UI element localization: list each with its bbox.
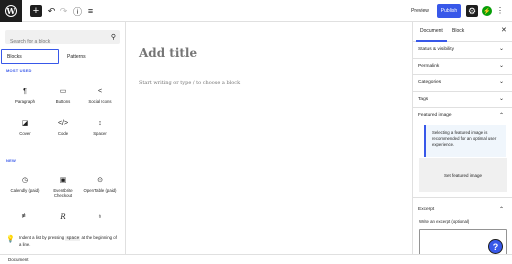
map-pin-icon: ♁ — [97, 213, 103, 220]
block-code[interactable]: </> Code — [44, 120, 82, 136]
more-options-icon[interactable]: ⋮ — [496, 5, 504, 17]
redo-icon[interactable]: ↷ — [58, 5, 69, 17]
paragraph-icon: ¶ — [23, 88, 27, 95]
list-icon: ≢ — [21, 213, 29, 220]
notice-text: Selecting a featured image is recommende… — [432, 130, 497, 147]
block-search-input[interactable] — [5, 35, 120, 49]
chevron-down-icon: ⌄ — [499, 96, 505, 102]
panel-categories[interactable]: Categories ⌄ — [413, 75, 512, 92]
block-buttons[interactable]: ▭ Buttons — [44, 88, 82, 104]
block-label: Spacer — [93, 131, 107, 136]
featured-image-notice: Selecting a featured image is recommende… — [424, 125, 506, 157]
chevron-down-icon: ⌄ — [499, 46, 505, 52]
post-body-placeholder[interactable]: Start writing or type / to choose a bloc… — [139, 80, 240, 86]
block-editor: W + ↶ ↷ ⓘ ≡ Preview Publish ⚙ ⚡ ⋮ ⚲ Bloc… — [0, 0, 512, 264]
editor-canvas[interactable]: Add title Start writing or type / to cho… — [127, 22, 412, 254]
excerpt-label: Write an excerpt (optional) — [419, 219, 470, 224]
tab-block[interactable]: Block — [452, 28, 464, 34]
add-block-button[interactable]: + — [30, 5, 42, 17]
block-new-6[interactable]: ♁ — [81, 213, 119, 221]
wordpress-logo[interactable]: W — [0, 0, 22, 22]
chevron-up-icon[interactable]: ⌃ — [499, 206, 504, 213]
undo-icon[interactable]: ↶ — [46, 5, 57, 17]
publish-button[interactable]: Publish — [437, 4, 461, 18]
spacer-icon: ↕ — [98, 120, 102, 127]
chevron-down-icon: ⌄ — [499, 63, 505, 69]
search-icon: ⚲ — [110, 34, 116, 41]
buttons-icon: ▭ — [59, 88, 67, 95]
block-cover[interactable]: ◪ Cover — [6, 120, 44, 136]
wordpress-icon: W — [5, 5, 17, 17]
post-title-input[interactable]: Add title — [139, 46, 197, 60]
close-icon[interactable]: ✕ — [501, 26, 507, 34]
panel-title: Categories — [418, 80, 442, 85]
sidebar-tabs: Document Block ✕ — [413, 22, 512, 42]
top-toolbar: W + ↶ ↷ ⓘ ≡ Preview Publish ⚙ ⚡ ⋮ — [0, 0, 512, 22]
panel-permalink[interactable]: Permalink ⌄ — [413, 59, 512, 75]
list-view-icon[interactable]: ≡ — [85, 5, 96, 17]
tip-key: space — [65, 236, 81, 241]
tab-patterns[interactable]: Patterns — [62, 49, 122, 64]
block-label: Social Icons — [88, 99, 112, 104]
block-label: Eventbrite Checkout — [53, 188, 73, 198]
code-icon: </> — [57, 120, 69, 127]
inserter-tabs: Blocks Patterns — [0, 49, 125, 64]
block-inserter: ⚲ Blocks Patterns MOST USED ¶ Paragraph … — [0, 22, 126, 254]
block-label: Calendly (paid) — [10, 188, 40, 193]
chevron-up-icon[interactable]: ⌃ — [499, 112, 504, 119]
revue-icon: R — [60, 213, 66, 221]
help-icon[interactable]: ? — [488, 239, 503, 254]
set-featured-image-button[interactable]: Set featured image — [419, 158, 507, 192]
opentable-icon: ⊙ — [97, 177, 103, 184]
panel-status-visibility[interactable]: Status & visibility ⌄ — [413, 42, 512, 59]
most-used-heading: MOST USED — [6, 68, 32, 73]
panel-title: Permalink — [418, 64, 440, 69]
editor-footer: Document — [0, 254, 512, 264]
new-heading: NEW — [6, 158, 16, 163]
tab-document[interactable]: Document — [420, 28, 443, 34]
panel-title: Tags — [418, 97, 429, 102]
block-paragraph[interactable]: ¶ Paragraph — [6, 88, 44, 104]
chevron-down-icon: ⌄ — [499, 79, 505, 85]
settings-gear-icon[interactable]: ⚙ — [466, 5, 478, 17]
tab-blocks[interactable]: Blocks — [1, 49, 59, 64]
cover-icon: ◪ — [21, 120, 29, 127]
settings-sidebar: Document Block ✕ Status & visibility ⌄ P… — [412, 22, 512, 254]
block-search: ⚲ — [5, 30, 120, 49]
breadcrumb[interactable]: Document — [8, 257, 29, 262]
panel-title: Status & visibility — [418, 47, 454, 52]
eventbrite-icon: ▣ — [59, 177, 67, 184]
block-label: Buttons — [55, 99, 71, 104]
block-social-icons[interactable]: < Social Icons — [81, 88, 119, 104]
share-icon: < — [97, 88, 103, 95]
panel-tags[interactable]: Tags ⌄ — [413, 92, 512, 108]
jetpack-icon[interactable]: ⚡ — [482, 6, 492, 16]
block-spacer[interactable]: ↕ Spacer — [81, 120, 119, 136]
block-label: OpenTable (paid) — [83, 188, 117, 193]
block-opentable[interactable]: ⊙ OpenTable (paid) — [81, 177, 119, 193]
block-label: Cover — [19, 131, 31, 136]
block-calendly[interactable]: ◷ Calendly (paid) — [6, 177, 44, 193]
tip-panel: 💡 Indent a list by pressing space at the… — [0, 230, 125, 254]
calendar-icon: ◷ — [21, 177, 29, 184]
block-label: Code — [57, 131, 69, 136]
panel-title[interactable]: Excerpt — [418, 207, 434, 212]
tip-text: Indent a list by pressing space at the b… — [19, 235, 117, 247]
preview-button[interactable]: Preview — [407, 4, 433, 18]
lightbulb-icon: 💡 — [6, 236, 15, 243]
block-eventbrite[interactable]: ▣ Eventbrite Checkout — [44, 177, 82, 198]
block-new-4[interactable]: ≢ — [6, 213, 44, 221]
panel-title[interactable]: Featured image — [418, 113, 452, 118]
info-icon[interactable]: ⓘ — [72, 5, 83, 17]
block-new-5[interactable]: R — [44, 213, 82, 221]
block-label: Paragraph — [14, 99, 36, 104]
